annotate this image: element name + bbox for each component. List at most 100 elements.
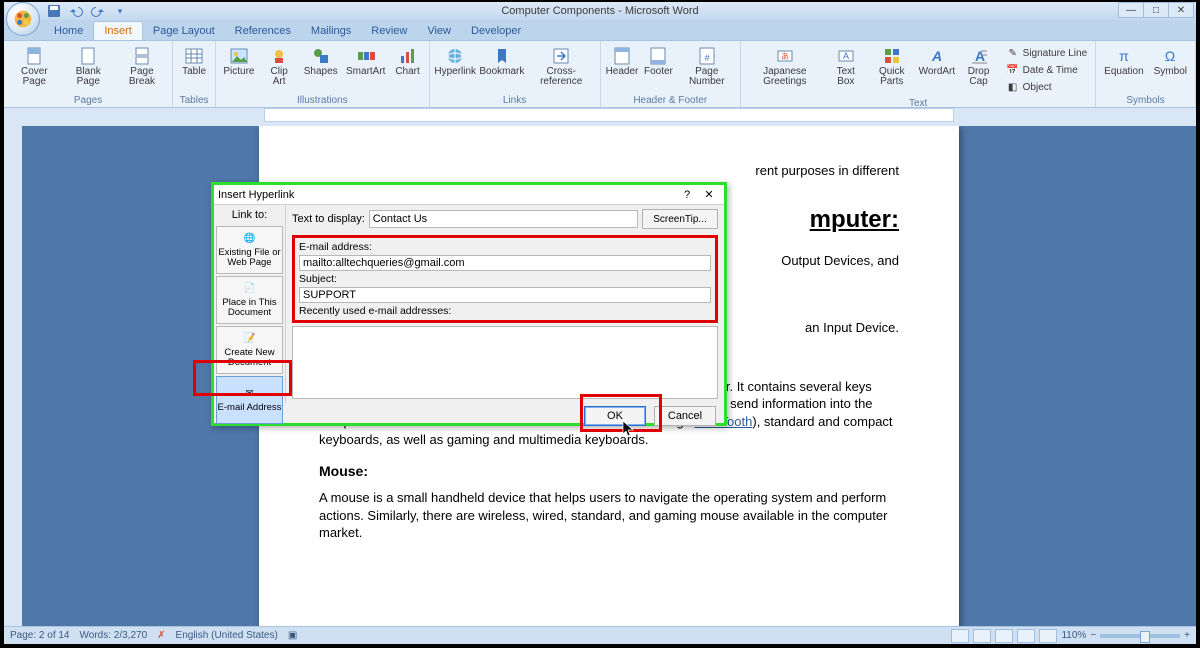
signature-line-button[interactable]: ✎Signature Line <box>1004 45 1090 61</box>
group-headerfooter: Header Footer #Page Number Header & Foot… <box>601 41 742 107</box>
group-symbols-label: Symbols <box>1100 94 1191 107</box>
group-symbols: πEquation ΩSymbol Symbols <box>1096 41 1196 107</box>
proofing-icon[interactable]: ✗ <box>157 630 165 641</box>
tab-insert[interactable]: Insert <box>93 21 143 40</box>
tab-page-layout[interactable]: Page Layout <box>143 22 225 40</box>
page-break-button[interactable]: Page Break <box>116 43 168 90</box>
header-icon <box>612 46 632 66</box>
bookmark-button[interactable]: Bookmark <box>479 43 525 80</box>
footer-button[interactable]: Footer <box>641 43 675 80</box>
display-label: Text to display: <box>292 213 365 225</box>
smartart-button[interactable]: SmartArt <box>343 43 389 80</box>
svg-text:#: # <box>704 53 709 63</box>
dropcap-button[interactable]: ADrop Cap <box>957 43 999 90</box>
email-fields-highlight: E-mail address: Subject: Recently used e… <box>292 235 718 323</box>
linkto-existing-file[interactable]: 🌐Existing File or Web Page <box>216 226 283 274</box>
recent-emails-list[interactable] <box>292 326 718 399</box>
picture-button[interactable]: Picture <box>220 43 258 80</box>
symbol-icon: Ω <box>1160 46 1180 66</box>
zoom-out-button[interactable]: − <box>1090 630 1096 641</box>
linkto-create-new[interactable]: 📝Create New Document <box>216 326 283 374</box>
new-doc-icon: 📝 <box>241 332 259 346</box>
symbol-button[interactable]: ΩSymbol <box>1150 43 1191 80</box>
ribbon: Cover Page Blank Page Page Break Pages T… <box>4 40 1196 108</box>
chart-button[interactable]: Chart <box>391 43 425 80</box>
group-tables-label: Tables <box>177 94 211 107</box>
status-words[interactable]: Words: 2/3,270 <box>80 630 148 641</box>
group-links: Hyperlink Bookmark Cross-reference Links <box>430 41 601 107</box>
view-print-layout[interactable] <box>951 629 969 643</box>
clipart-icon <box>269 46 289 66</box>
undo-icon[interactable] <box>68 3 84 19</box>
group-illustrations-label: Illustrations <box>220 94 425 107</box>
wordart-icon: A <box>927 46 947 66</box>
status-language[interactable]: English (United States) <box>176 630 278 641</box>
datetime-icon: 📅 <box>1006 63 1020 77</box>
pagenumber-button[interactable]: #Page Number <box>677 43 736 90</box>
textbox-icon: A <box>836 46 856 66</box>
table-button[interactable]: Table <box>177 43 211 80</box>
smartart-icon <box>356 46 376 66</box>
subject-input[interactable] <box>299 287 711 303</box>
view-draft[interactable] <box>1039 629 1057 643</box>
save-icon[interactable] <box>46 3 62 19</box>
equation-button[interactable]: πEquation <box>1100 43 1147 80</box>
screentip-button[interactable]: ScreenTip... <box>642 209 718 229</box>
tab-view[interactable]: View <box>417 22 461 40</box>
macro-icon[interactable]: ▣ <box>288 630 297 641</box>
office-button[interactable] <box>6 2 40 36</box>
quickparts-button[interactable]: Quick Parts <box>867 43 916 90</box>
subject-label: Subject: <box>299 273 711 285</box>
tab-mailings[interactable]: Mailings <box>301 22 361 40</box>
svg-text:A: A <box>975 48 985 64</box>
linkto-place-in-doc[interactable]: 📄Place in This Document <box>216 276 283 324</box>
wordart-button[interactable]: AWordArt <box>918 43 955 80</box>
maximize-button[interactable]: □ <box>1143 2 1169 18</box>
minimize-button[interactable]: — <box>1118 2 1144 18</box>
footer-icon <box>648 46 668 66</box>
datetime-button[interactable]: 📅Date & Time <box>1004 62 1090 78</box>
close-button[interactable]: ✕ <box>1168 2 1194 18</box>
vertical-ruler[interactable] <box>4 126 22 626</box>
object-button[interactable]: ◧Object <box>1004 79 1090 95</box>
zoom-in-button[interactable]: + <box>1184 630 1190 641</box>
hyperlink-button[interactable]: Hyperlink <box>434 43 477 80</box>
zoom-slider[interactable] <box>1100 634 1180 638</box>
status-bar: Page: 2 of 14 Words: 2/3,270 ✗ English (… <box>4 626 1196 644</box>
redo-icon[interactable] <box>90 3 106 19</box>
shapes-button[interactable]: Shapes <box>301 43 341 80</box>
cover-page-button[interactable]: Cover Page <box>8 43 61 90</box>
title-bar: ▾ Computer Components - Microsoft Word —… <box>4 2 1196 20</box>
linkto-email-address[interactable]: ✉E-mail Address <box>216 376 283 424</box>
dialog-help-button[interactable]: ? <box>676 187 698 203</box>
crossref-button[interactable]: Cross-reference <box>527 43 596 90</box>
pagenumber-icon: # <box>697 46 717 66</box>
textbox-button[interactable]: AText Box <box>827 43 866 90</box>
status-page[interactable]: Page: 2 of 14 <box>10 630 70 641</box>
clipart-button[interactable]: Clip Art <box>260 43 299 90</box>
tab-home[interactable]: Home <box>44 22 93 40</box>
blank-page-button[interactable]: Blank Page <box>63 43 114 90</box>
heading-mouse: Mouse: <box>319 462 899 481</box>
picture-icon <box>229 46 249 66</box>
ok-button[interactable]: OK <box>584 406 646 426</box>
chart-icon <box>398 46 418 66</box>
ruler-area <box>4 108 1196 126</box>
text-to-display-input[interactable] <box>369 210 638 228</box>
cancel-button[interactable]: Cancel <box>654 406 716 426</box>
signature-icon: ✎ <box>1006 46 1020 60</box>
email-address-input[interactable] <box>299 255 711 271</box>
greetings-button[interactable]: あJapanese Greetings <box>745 43 824 90</box>
view-full-screen[interactable] <box>973 629 991 643</box>
qat-customize-icon[interactable]: ▾ <box>112 3 128 19</box>
view-outline[interactable] <box>1017 629 1035 643</box>
tab-references[interactable]: References <box>225 22 301 40</box>
zoom-level[interactable]: 110% <box>1061 630 1086 641</box>
tab-developer[interactable]: Developer <box>461 22 531 40</box>
view-web-layout[interactable] <box>995 629 1013 643</box>
dialog-close-button[interactable]: ✕ <box>698 187 720 203</box>
tab-review[interactable]: Review <box>361 22 417 40</box>
dialog-title-text: Insert Hyperlink <box>218 189 294 201</box>
horizontal-ruler[interactable] <box>264 108 954 122</box>
header-button[interactable]: Header <box>605 43 640 80</box>
